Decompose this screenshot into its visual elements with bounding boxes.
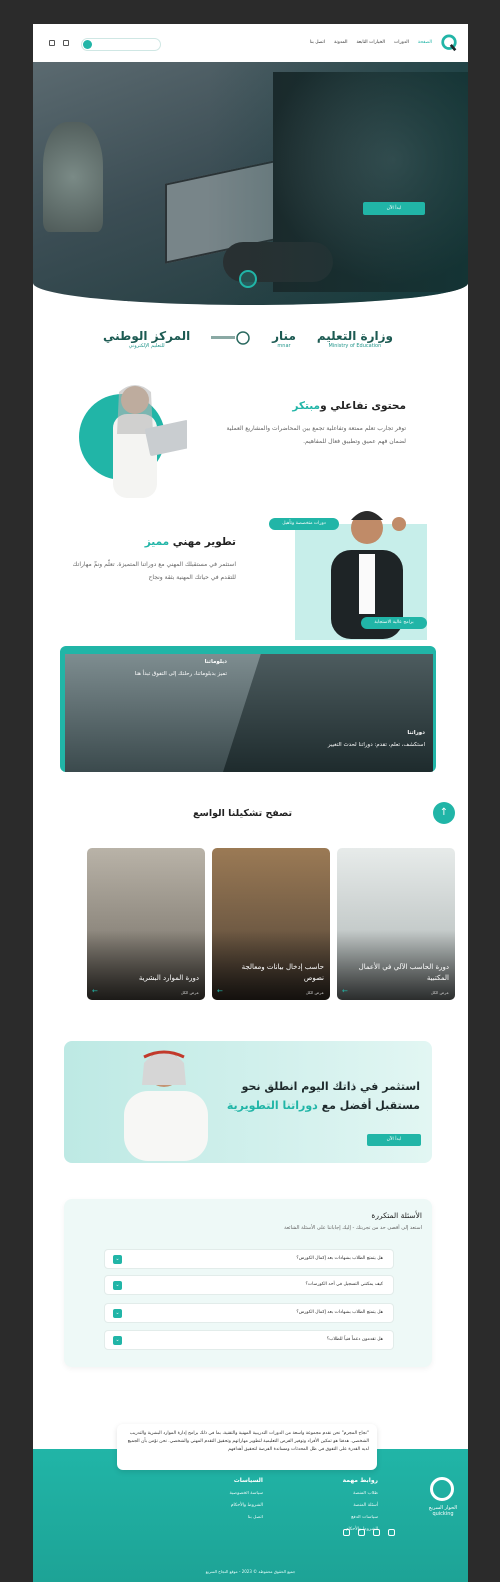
courses-title: استكشف، تعلم، تقدم: دوراتنا لحدث التغيير <box>327 742 425 748</box>
invest-heading: استثمر في ذاتك اليوم انطلق نحو مستقبل أف… <box>226 1080 420 1112</box>
feature1-person-image <box>113 385 187 498</box>
diploma-title: تميز بدبلوماتنا، رحلتك إلى التفوق تبدأ ه… <box>134 671 227 677</box>
invest-cta-button[interactable]: ابدأ الآن <box>367 1134 421 1146</box>
tiktok-icon[interactable] <box>343 1529 350 1536</box>
chevron-down-icon[interactable]: ⌄ <box>113 1281 122 1290</box>
course-card[interactable]: دورة الحاسب الآلي في الأعمال المكتبية عر… <box>337 848 455 1000</box>
course-card-meta: عرض الكل <box>180 990 199 995</box>
partner-logo-moe: وزارة التعليم Ministry of Education <box>316 329 393 349</box>
arrow-icon[interactable]: ← <box>217 987 223 995</box>
back-to-top-button[interactable]: ↑ <box>433 802 455 824</box>
footer-brand: الحوار السريع quicking <box>428 1505 458 1517</box>
feature2-title: تطوير مهني مميز <box>144 536 236 548</box>
nav-item-contact[interactable]: اتصل بنا <box>310 40 325 45</box>
course-card-title: دورة الحاسب الآلي في الأعمال المكتبية <box>358 963 449 982</box>
course-card-meta: عرض الكل <box>430 990 449 995</box>
faq-section: الأسئلة المتكررة استعد إلى أقصى حد من تج… <box>64 1199 432 1367</box>
footer-link[interactable]: سياسات الدفع <box>343 1512 378 1524</box>
logo-icon[interactable] <box>440 34 458 54</box>
footer-about: "نجاح المجرم" نحن نقدم مجموعة واسعة من ا… <box>117 1424 377 1470</box>
nav-item-courses[interactable]: الدورات <box>394 40 409 45</box>
feature1-title: محتوى تفاعلي ومبتكر <box>292 400 406 412</box>
chevron-down-icon[interactable]: ⌄ <box>113 1336 122 1345</box>
course-card-title: حاسب إدخال بيانات ومعالجة نصوص <box>241 963 324 982</box>
faq-item[interactable]: كيف يمكنني التسجيل في أحد الكورسات؟ ⌄ <box>104 1275 394 1295</box>
invest-person-image <box>124 1050 208 1161</box>
footer-link[interactable]: أسئلة المنصة <box>343 1500 378 1512</box>
course-card-title: دورة الموارد البشرية <box>138 974 199 982</box>
diploma-kicker: دبلوماتنا <box>204 659 227 665</box>
arrow-icon[interactable]: ← <box>342 987 348 995</box>
hero-banner: ابدأ الآن <box>33 62 468 305</box>
feature2-pill-bottom: برامج عالية الاستجابة <box>361 617 427 629</box>
faq-subtitle: استعد إلى أقصى حد من تجربتك - إليك إجابا… <box>284 1225 422 1231</box>
play-icon[interactable] <box>239 270 257 288</box>
nav-item-home[interactable]: الصفحة <box>418 40 432 45</box>
invest-banner: استثمر في ذاتك اليوم انطلق نحو مستقبل أف… <box>64 1041 432 1163</box>
faq-item[interactable]: هل تقدمون دعماً فنياً للطلاب؟ ⌄ <box>104 1330 394 1350</box>
footer-col-policies: السياسات سياسة الخصوصية الشروط والأحكام … <box>230 1477 263 1524</box>
snapchat-icon[interactable] <box>358 1529 365 1536</box>
programs-banner: دبلوماتنا تميز بدبلوماتنا، رحلتك إلى الت… <box>60 646 436 772</box>
instagram-icon[interactable] <box>373 1529 380 1536</box>
chevron-down-icon[interactable]: ⌄ <box>113 1255 122 1264</box>
search-input[interactable] <box>81 38 161 51</box>
site-header: الصفحة الدورات الخيارات التابعة المدونة … <box>33 24 468 64</box>
hero-overlay <box>33 62 468 305</box>
course-card[interactable]: حاسب إدخال بيانات ومعالجة نصوص عرض الكل … <box>212 848 330 1000</box>
faq-title: الأسئلة المتكررة <box>371 1211 422 1220</box>
nav-item-blog[interactable]: المدونة <box>334 40 347 45</box>
feature2-description: استثمر في مستقبلك المهني مع دوراتنا المت… <box>72 561 236 581</box>
nav-item-options[interactable]: الخيارات التابعة <box>357 40 386 45</box>
cart-icon[interactable] <box>49 40 55 46</box>
header-icons <box>49 40 69 46</box>
x-icon[interactable] <box>388 1529 395 1536</box>
feature1-description: توفر تجارب تعلم ممتعة وتفاعلية تجمع بين … <box>226 425 406 445</box>
main-nav: الصفحة الدورات الخيارات التابعة المدونة … <box>310 40 432 45</box>
social-links <box>343 1529 395 1536</box>
user-icon[interactable] <box>63 40 69 46</box>
courses-kicker: دوراتنا <box>407 730 425 736</box>
partner-logos: وزارة التعليم Ministry of Education منار m… <box>103 324 393 354</box>
course-card-meta: عرض الكل <box>305 990 324 995</box>
page: الصفحة الدورات الخيارات التابعة المدونة … <box>33 24 468 1582</box>
footer-link[interactable]: سياسة الخصوصية <box>230 1488 263 1500</box>
footer-link[interactable]: الشروط والأحكام <box>230 1500 263 1512</box>
partner-logo-elearning: المركز الوطني للتعليم الإلكتروني <box>103 329 191 349</box>
catalog-heading: تصفح تشكيلنا الواسع <box>193 808 293 819</box>
footer-logo-icon <box>430 1477 454 1501</box>
footer-col-links: روابط مهمة طلاب المنصة أسئلة المنصة سياس… <box>343 1477 378 1536</box>
hero-cta-button[interactable]: ابدأ الآن <box>363 202 425 215</box>
partner-logo-mnar: منار mnar <box>272 329 296 349</box>
footer-link[interactable]: طلاب المنصة <box>343 1488 378 1500</box>
course-card[interactable]: دورة الموارد البشرية عرض الكل ← <box>87 848 205 1000</box>
copyright: جميع الحقوق محفوظة © 2023 - موقع النجاح … <box>205 1569 296 1574</box>
faq-item[interactable]: هل يتمتع الطلاب بشهادات بعد إكمال الكورس… <box>104 1249 394 1269</box>
arrow-icon[interactable]: ← <box>92 987 98 995</box>
search-icon[interactable] <box>83 40 92 49</box>
faq-item[interactable]: هل يتمتع الطلاب بشهادات بعد إكمال الكورس… <box>104 1303 394 1323</box>
feature2-pill-top: دورات متخصصة وتأهيل <box>269 518 339 530</box>
chevron-down-icon[interactable]: ⌄ <box>113 1309 122 1318</box>
footer-link[interactable]: اتصل بنا <box>230 1512 263 1524</box>
partner-logo-seal <box>211 329 251 349</box>
